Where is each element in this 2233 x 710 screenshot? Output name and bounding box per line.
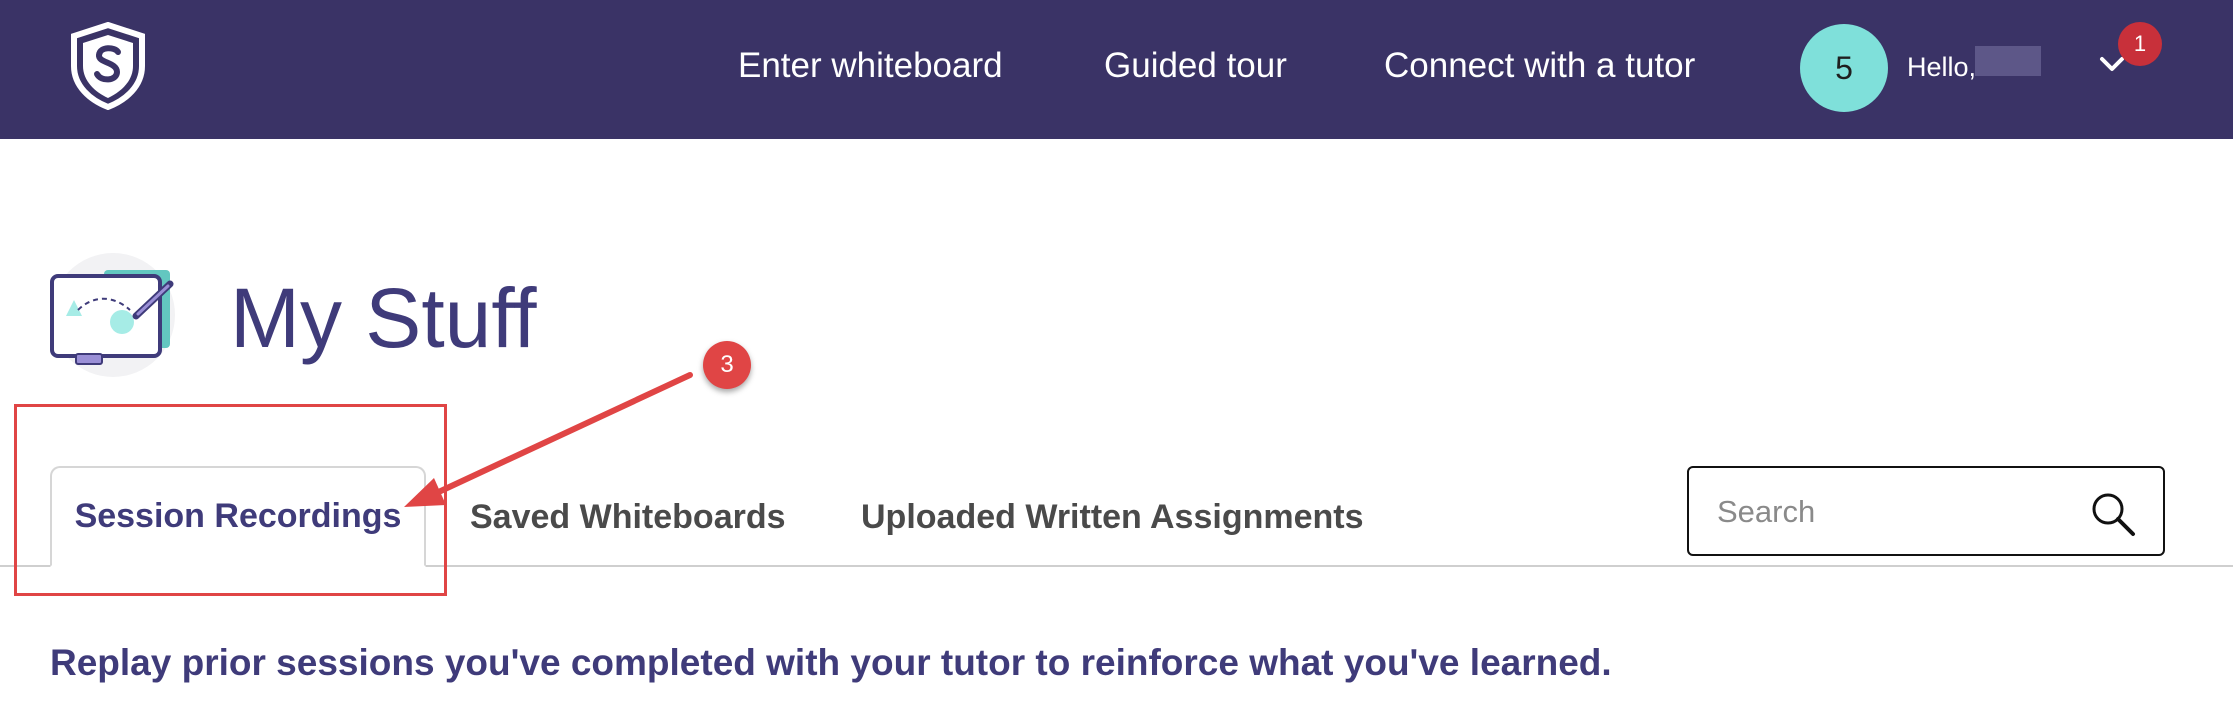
page-subtitle: Replay prior sessions you've completed w… xyxy=(50,642,1612,683)
page-title: My Stuff xyxy=(230,271,537,365)
search-input[interactable] xyxy=(1715,486,2059,538)
tab-saved-whiteboards[interactable]: Saved Whiteboards xyxy=(470,467,786,567)
nav-guided-tour[interactable]: Guided tour xyxy=(1104,44,1287,88)
redacted-username xyxy=(1975,46,2041,76)
nav-enter-whiteboard[interactable]: Enter whiteboard xyxy=(738,44,1003,88)
greeting-text: Hello, xyxy=(1907,52,1977,82)
annotation-highlight-box xyxy=(14,404,447,596)
search-box xyxy=(1687,466,2165,556)
whiteboard-icon xyxy=(50,253,175,377)
notification-badge[interactable]: 1 xyxy=(2118,22,2162,66)
avatar[interactable]: 5 xyxy=(1800,24,1888,112)
tab-uploaded-written-assignments[interactable]: Uploaded Written Assignments xyxy=(861,467,1364,567)
nav-connect-with-tutor[interactable]: Connect with a tutor xyxy=(1384,44,1695,88)
annotation-step-badge: 3 xyxy=(703,341,751,389)
top-navigation-bar: Enter whiteboard Guided tour Connect wit… xyxy=(0,0,2233,139)
shield-logo-icon[interactable] xyxy=(70,22,146,110)
search-icon[interactable] xyxy=(2089,490,2137,538)
